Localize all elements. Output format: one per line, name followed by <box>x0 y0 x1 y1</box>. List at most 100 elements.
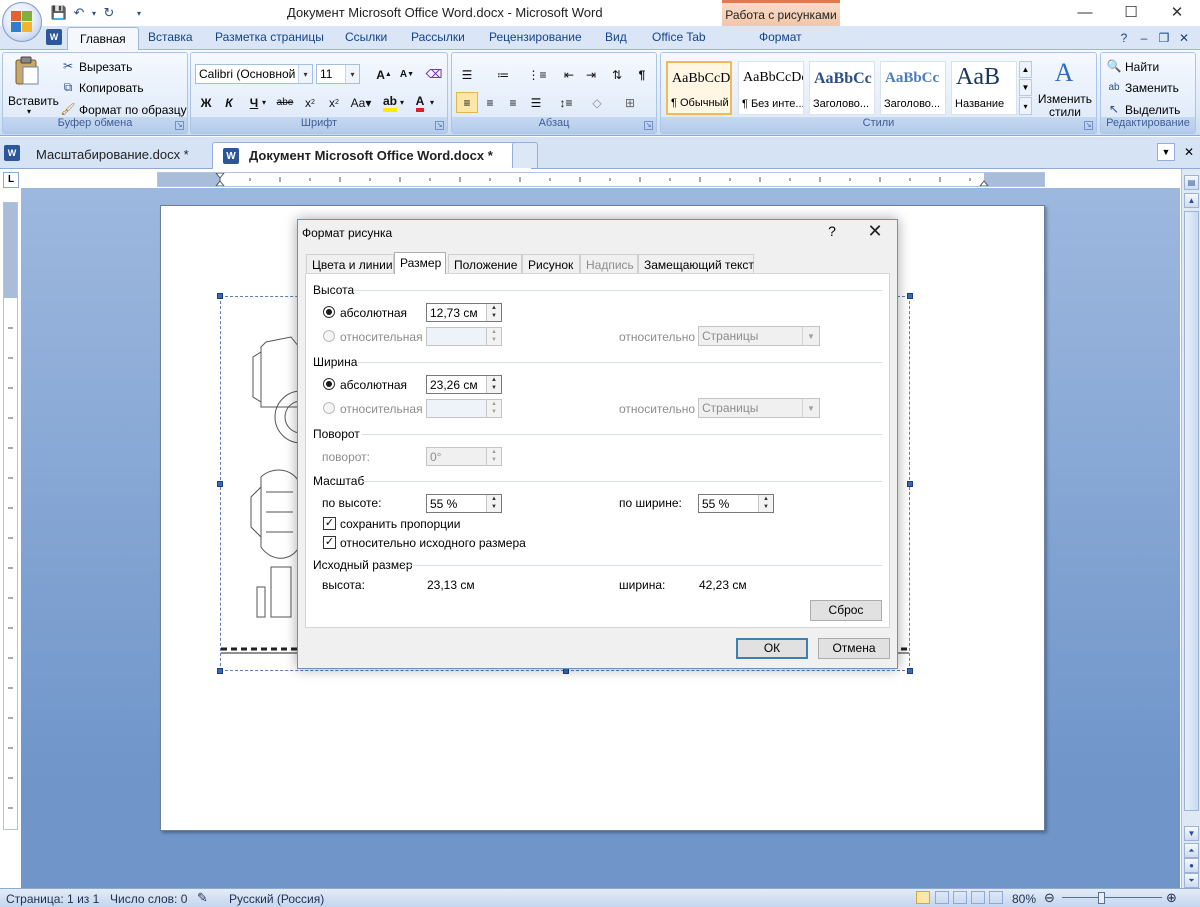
style-heading-2[interactable]: AaBbCc Заголово... <box>880 61 946 115</box>
align-left-icon[interactable]: ≡ <box>456 92 478 113</box>
sort-icon[interactable]: ⇅ <box>606 64 628 85</box>
strikethrough-icon[interactable]: abe <box>274 92 296 113</box>
line-spacing-icon[interactable]: ↕≡ <box>555 92 577 113</box>
width-spinner[interactable]: ▲ ▼ <box>486 376 501 393</box>
tab-size[interactable]: Размер <box>394 252 446 274</box>
next-page-icon[interactable]: ⏷ <box>1184 873 1199 888</box>
full-screen-view-icon[interactable] <box>935 891 949 904</box>
scroll-down-icon[interactable]: ▼ <box>1184 826 1199 841</box>
word-doc-icon[interactable]: W <box>46 29 62 45</box>
styles-scroll-down-icon[interactable]: ▼ <box>1019 79 1032 96</box>
tab-insert[interactable]: Вставка <box>148 30 193 44</box>
select-button[interactable]: Выделить <box>1125 103 1180 117</box>
font-name-combo[interactable]: Calibri (Основной те ▾ <box>195 64 313 84</box>
highlight-dropdown-icon[interactable]: ▾ <box>397 92 407 113</box>
resize-handle-bottom-left[interactable] <box>217 668 223 674</box>
resize-handle-top-left[interactable] <box>217 293 223 299</box>
change-styles-icon[interactable]: A <box>1049 57 1079 89</box>
tab-mailings[interactable]: Рассылки <box>411 30 465 44</box>
font-color-dropdown-icon[interactable]: ▾ <box>427 92 437 113</box>
new-tab-button[interactable] <box>512 142 538 168</box>
reset-button[interactable]: Сброс <box>810 600 882 621</box>
shrink-font-icon[interactable]: A ▼ <box>396 64 418 85</box>
tab-page-layout[interactable]: Разметка страницы <box>215 30 324 44</box>
browse-object-icon[interactable]: ● <box>1184 858 1199 873</box>
doc-tab-scaling[interactable]: Масштабирование.docx * <box>0 142 197 168</box>
print-layout-view-icon[interactable] <box>916 891 930 904</box>
tab-colors-lines[interactable]: Цвета и линии <box>306 254 394 273</box>
ribbon-close-icon[interactable]: ✕ <box>1176 30 1192 46</box>
tab-alt-text[interactable]: Замещающий текст <box>638 254 754 273</box>
maximize-button[interactable]: ☐ <box>1108 0 1154 24</box>
multilevel-list-icon[interactable]: ⋮≡ <box>526 64 548 85</box>
font-name-dropdown-icon[interactable]: ▾ <box>298 65 312 83</box>
spellcheck-icon[interactable]: ✎ <box>197 890 208 906</box>
show-marks-icon[interactable]: ¶ <box>631 64 653 85</box>
minimize-button[interactable]: — <box>1062 0 1108 24</box>
draft-view-icon[interactable] <box>989 891 1003 904</box>
undo-dropdown-icon[interactable]: ▾ <box>90 4 98 22</box>
dialog-close-icon[interactable]: ✕ <box>858 221 892 245</box>
resize-handle-right[interactable] <box>907 481 913 487</box>
shading-icon[interactable]: ◇ <box>586 92 608 113</box>
font-size-combo[interactable]: 11 ▾ <box>316 64 360 84</box>
justify-icon[interactable]: ☰ <box>525 92 547 113</box>
previous-page-icon[interactable]: ⏶ <box>1184 843 1199 858</box>
italic-icon[interactable]: К <box>218 92 240 113</box>
width-absolute-input[interactable]: 23,26 см ▲ ▼ <box>426 375 502 394</box>
scale-width-spinner[interactable]: ▲ ▼ <box>758 495 773 512</box>
help-icon[interactable]: ? <box>1116 30 1132 46</box>
close-button[interactable]: ✕ <box>1154 0 1200 24</box>
tab-review[interactable]: Рецензирование <box>489 30 582 44</box>
ruler-toggle-icon[interactable]: ▤ <box>1184 175 1199 190</box>
scale-height-spinner[interactable]: ▲ ▼ <box>486 495 501 512</box>
tab-position[interactable]: Положение <box>448 254 522 273</box>
horizontal-ruler[interactable] <box>157 172 1045 187</box>
zoom-out-icon[interactable]: ⊖ <box>1044 890 1055 906</box>
borders-icon[interactable]: ⊞ <box>619 92 641 113</box>
tab-picture[interactable]: Рисунок <box>522 254 580 273</box>
ribbon-restore-icon[interactable]: ❐ <box>1156 30 1172 46</box>
tab-list-dropdown-icon[interactable]: ▼ <box>1157 143 1175 161</box>
scale-width-input[interactable]: 55 % ▲ ▼ <box>698 494 774 513</box>
paste-button[interactable]: Вставить <box>8 94 59 108</box>
scroll-thumb[interactable] <box>1184 211 1199 811</box>
resize-handle-top-right[interactable] <box>907 293 913 299</box>
copy-button[interactable]: Копировать <box>79 81 144 95</box>
tab-view[interactable]: Вид <box>605 30 627 44</box>
height-absolute-input[interactable]: 12,73 см ▲ ▼ <box>426 303 502 322</box>
tab-references[interactable]: Ссылки <box>345 30 387 44</box>
replace-button[interactable]: Заменить <box>1125 81 1179 95</box>
styles-more-icon[interactable]: ▾ <box>1019 97 1032 115</box>
align-right-icon[interactable]: ≡ <box>502 92 524 113</box>
style-no-spacing[interactable]: AaBbCcDc ¶ Без инте... <box>738 61 804 115</box>
style-title[interactable]: AaB Название <box>951 61 1017 115</box>
close-all-tabs-icon[interactable]: ✕ <box>1180 143 1198 161</box>
grow-font-icon[interactable]: A ▲ <box>373 64 395 85</box>
change-case-icon[interactable]: Aa▾ <box>347 92 375 113</box>
qat-customize-icon[interactable]: ▾ <box>130 4 148 22</box>
style-normal[interactable]: AaBbCcDc ¶ Обычный <box>666 61 732 115</box>
zoom-level[interactable]: 80% <box>1012 892 1036 906</box>
height-absolute-radio[interactable] <box>323 306 335 318</box>
lock-aspect-checkbox[interactable]: ✓ <box>323 517 336 530</box>
zoom-slider-thumb[interactable] <box>1098 892 1105 904</box>
doc-tab-current[interactable]: W Документ Microsoft Office Word.docx * … <box>212 142 533 169</box>
decrease-indent-icon[interactable]: ⇤ <box>558 64 580 85</box>
relative-original-checkbox[interactable]: ✓ <box>323 536 336 549</box>
office-button[interactable] <box>2 2 42 42</box>
tab-selector[interactable]: L <box>3 172 19 188</box>
bullets-icon[interactable]: ☰ <box>456 64 478 85</box>
save-icon[interactable]: 💾 <box>50 4 68 22</box>
resize-handle-bottom-right[interactable] <box>907 668 913 674</box>
superscript-icon[interactable]: x2 <box>323 92 345 113</box>
change-styles-button[interactable]: Изменить стили <box>1035 93 1095 119</box>
underline-dropdown-icon[interactable]: ▾ <box>259 92 269 113</box>
paste-icon[interactable] <box>11 56 43 86</box>
paste-dropdown-icon[interactable]: ▾ <box>27 107 31 116</box>
language-status[interactable]: Русский (Россия) <box>229 892 324 906</box>
ok-button[interactable]: ОК <box>736 638 808 659</box>
page-count[interactable]: Страница: 1 из 1 <box>6 892 99 906</box>
numbering-icon[interactable]: ≔ <box>492 64 514 85</box>
scale-height-input[interactable]: 55 % ▲ ▼ <box>426 494 502 513</box>
